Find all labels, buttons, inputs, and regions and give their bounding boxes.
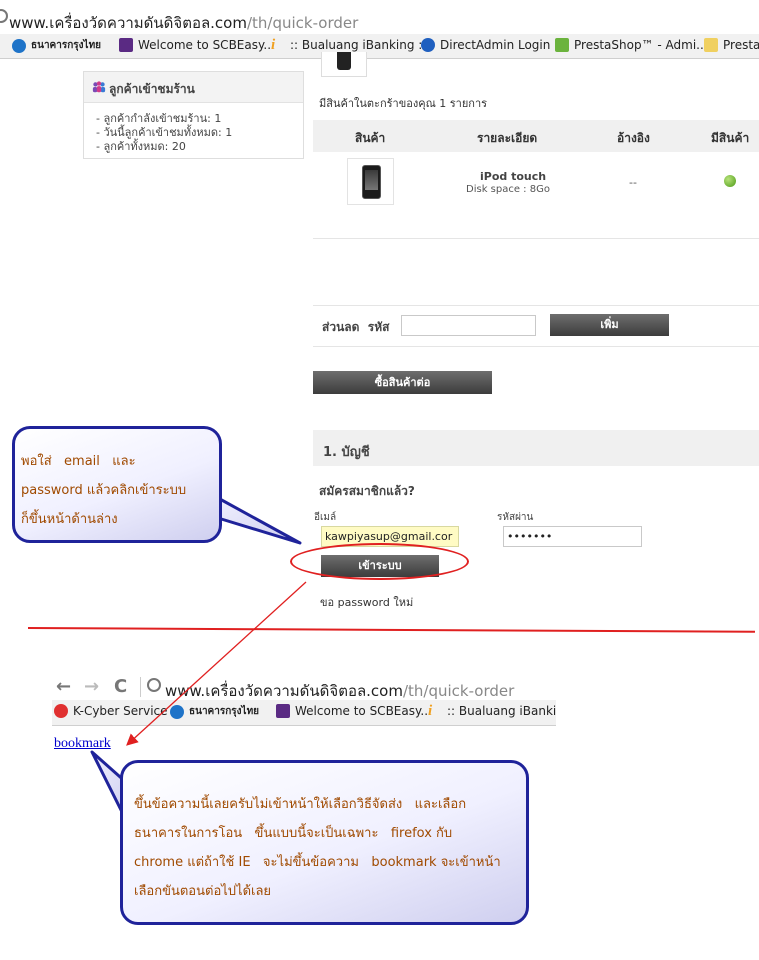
callout-line: password แล้วคลิกเข้าระบบ (21, 483, 187, 498)
callout-line: เลือกขันตอนต่อไปได้เลย (134, 884, 272, 899)
callout-line: ขึ้นข้อความนี้เลยครับไม่เข้าหน้าให้เลือก… (134, 797, 467, 812)
red-arrow (126, 581, 307, 746)
callout-tail (216, 496, 302, 545)
callout-line: chrome แต่ถ้าใช้ IE จะไม่ขึ้นข้อความ boo… (134, 855, 501, 870)
callout-note-login: พอใส่ email และ password แล้วคลิกเข้าระบ… (12, 426, 222, 543)
callout-line: ธนาคารในการโอน ขึ้นแบบนี้จะเป็นเฉพาะ fir… (134, 826, 453, 841)
callout-line: ก็ขึ้นหน้าด้านล่าง (21, 512, 118, 527)
callout-line: พอใส่ email และ (21, 454, 136, 469)
callout-note-bookmark: ขึ้นข้อความนี้เลยครับไม่เข้าหน้าให้เลือก… (120, 760, 529, 925)
